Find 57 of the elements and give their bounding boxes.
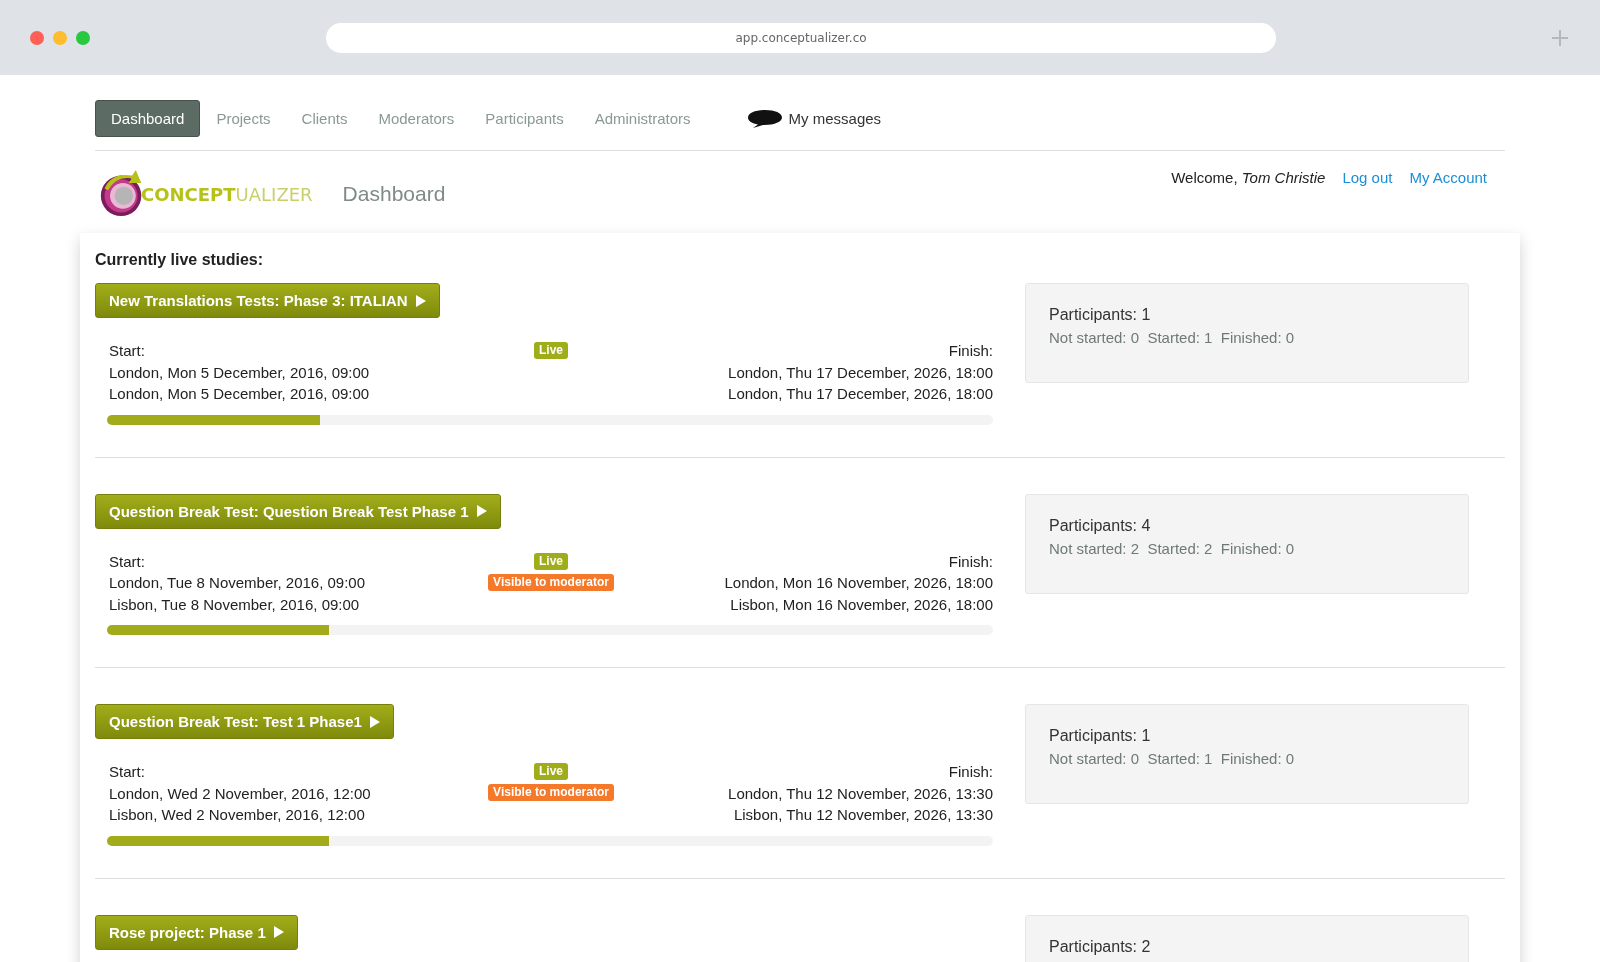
start-time: Lisbon, Wed 2 November, 2016, 12:00 (109, 805, 366, 825)
nav-tab[interactable]: Projects (201, 101, 286, 136)
play-triangle-icon (476, 505, 487, 517)
play-triangle-icon (415, 294, 426, 307)
participants-count: Participants: 2 (1049, 937, 1152, 956)
finish-label: Finish: (947, 551, 993, 572)
start-time: London, Wed 2 November, 2016, 12:00 (109, 783, 372, 804)
minimize-window-icon[interactable] (53, 30, 67, 45)
status-counts: Not started: 2 Started: 2 Finished: 0 (1049, 539, 1296, 557)
account-link[interactable]: Log out (1342, 169, 1393, 233)
participants-count: Participants: 1 (1049, 727, 1152, 745)
study-button[interactable]: New Translations Tests: Phase 3: ITALIAN (95, 283, 440, 318)
visibility-badge: Visible to moderator (488, 573, 614, 591)
participants-count: Participants: 4 (1049, 516, 1152, 535)
finish-label: Finish: (947, 762, 993, 782)
nav-tab[interactable]: Moderators (363, 101, 470, 136)
maximize-window-icon[interactable] (76, 30, 90, 45)
nav-tab[interactable]: Dashboard (95, 100, 201, 137)
study-button[interactable]: Question Break Test: Test 1 Phase1 (95, 704, 394, 739)
finish-time: London, Thu 17 December, 2026, 18:00 (727, 362, 993, 383)
speech-bubble-icon (746, 108, 783, 129)
live-badge: Live (534, 763, 568, 780)
logo-wordmark: CONCEPTUALIZER (141, 183, 313, 205)
nav-tab[interactable]: Administrators (579, 101, 706, 136)
finish-time: London, Thu 12 November, 2026, 13:30 (727, 783, 993, 804)
status-counts: Not started: 0 Started: 1 Finished: 0 (1049, 750, 1296, 767)
close-window-icon[interactable] (30, 30, 44, 45)
participants-count: Participants: 1 (1049, 306, 1152, 324)
start-label: Start: (109, 341, 146, 361)
finish-time: London, Mon 16 November, 2026, 18:00 (723, 573, 993, 593)
live-badge: Live (534, 552, 568, 570)
new-tab-icon[interactable] (1550, 27, 1570, 48)
start-label: Start: (109, 551, 146, 572)
start-time: London, Mon 5 December, 2016, 09:00 (109, 362, 371, 383)
status-counts: Not started: 0 Started: 1 Finished: 0 (1049, 329, 1296, 346)
finish-time: London, Thu 17 December, 2026, 18:00 (727, 384, 993, 404)
live-badge: Live (534, 342, 568, 359)
finish-time: Lisbon, Thu 12 November, 2026, 13:30 (732, 805, 993, 825)
nav-tab[interactable]: Participants (470, 101, 579, 136)
welcome-text: Welcome, Tom Christie (1171, 169, 1326, 188)
start-time: London, Tue 8 November, 2016, 09:00 (109, 573, 367, 593)
finish-label: Finish: (947, 341, 993, 361)
page-title: Dashboard (342, 182, 446, 206)
visibility-badge: Visible to moderator (488, 784, 614, 801)
my-messages-link[interactable]: My messages (746, 108, 882, 129)
start-time: London, Mon 5 December, 2016, 09:00 (109, 384, 371, 404)
nav-tab[interactable]: Clients (286, 101, 363, 136)
study-button[interactable]: Rose project: Phase 1 (95, 914, 298, 950)
start-label: Start: (109, 762, 146, 782)
start-time: Lisbon, Tue 8 November, 2016, 09:00 (109, 594, 361, 615)
account-link[interactable]: My Account (1409, 169, 1487, 233)
finish-time: Lisbon, Mon 16 November, 2026, 18:00 (729, 594, 993, 615)
play-triangle-icon (273, 926, 284, 938)
address-bar[interactable]: app.conceptualizer.co (326, 22, 1276, 53)
section-heading: Currently live studies: (95, 251, 265, 269)
study-button[interactable]: Question Break Test: Question Break Test Phase 1 (95, 493, 501, 529)
play-triangle-icon (369, 715, 380, 728)
